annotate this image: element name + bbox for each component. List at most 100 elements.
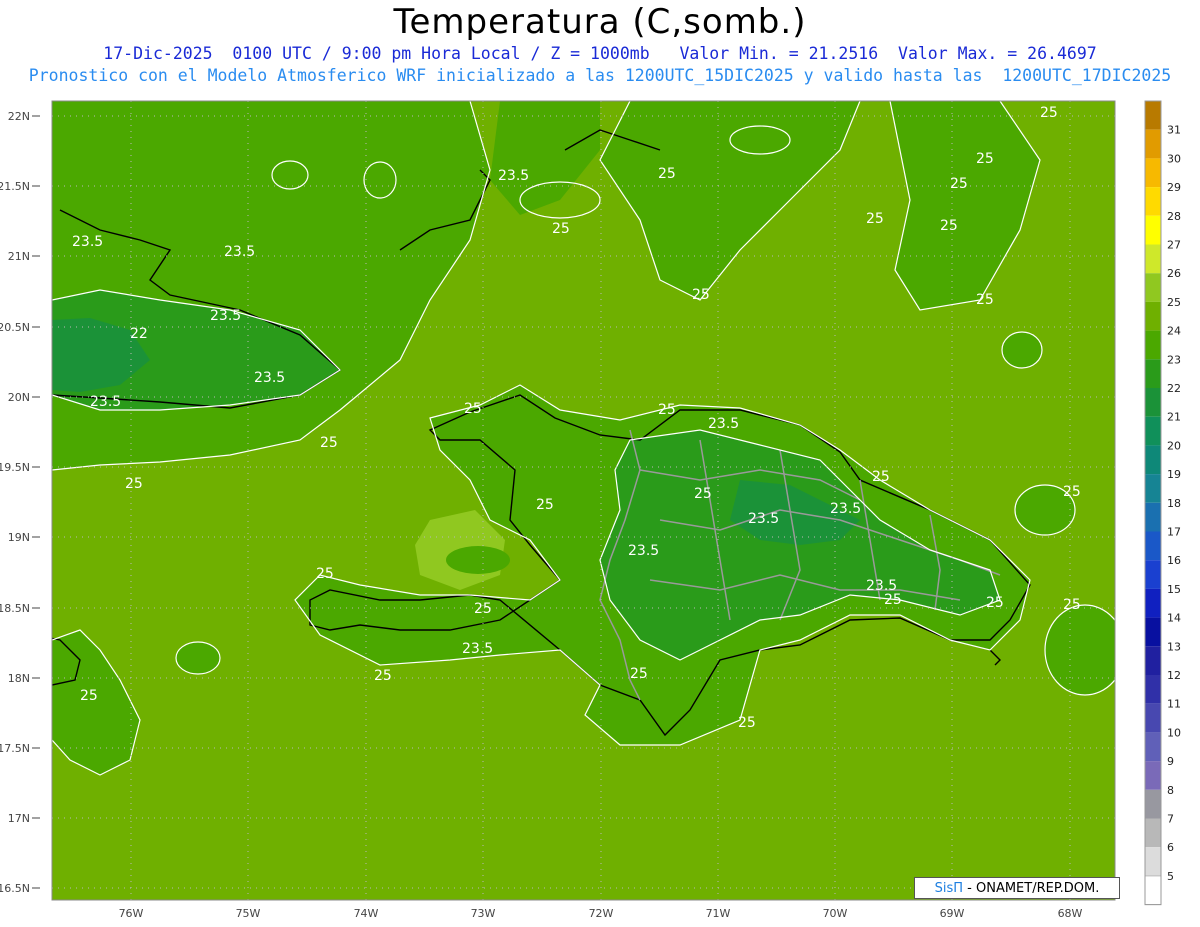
colorbar-label: 16 [1167, 554, 1181, 567]
colorbar-swatch [1145, 244, 1161, 274]
colorbar-label: 7 [1167, 813, 1174, 826]
colorbar-label: 30 [1167, 152, 1181, 165]
contour-label: 25 [738, 715, 756, 731]
colorbar-label: 23 [1167, 353, 1181, 366]
contour-label: 22 [130, 326, 148, 342]
colorbar-label: 25 [1167, 296, 1181, 309]
credit-box: SisΠ - ONAMET/REP.DOM. [914, 877, 1120, 899]
colorbar-label: 10 [1167, 726, 1181, 739]
colorbar-swatch [1145, 301, 1161, 331]
colorbar-label: 26 [1167, 267, 1181, 280]
contour-label: 23.5 [748, 511, 779, 527]
contour-label: 23.5 [830, 501, 861, 517]
contour-label: 25 [872, 469, 890, 485]
colorbar-swatch [1145, 588, 1161, 618]
colorbar-swatch [1145, 187, 1161, 216]
colorbar-swatch [1145, 761, 1161, 790]
colorbar-label: 11 [1167, 698, 1181, 711]
contour-label: 23.5 [628, 543, 659, 559]
colorbar-label: 13 [1167, 640, 1181, 653]
colorbar-swatch [1145, 675, 1161, 704]
contour-label: 25 [940, 218, 958, 234]
contour-label: 23.5 [462, 641, 493, 657]
contour-label: 23.5 [72, 234, 103, 250]
colorbar-label: 14 [1167, 612, 1181, 625]
contour-label: 25 [884, 592, 902, 608]
lon-label: 71W [706, 907, 731, 920]
colorbar-swatch [1145, 330, 1161, 360]
colorbar-swatch [1145, 474, 1161, 503]
contour-label: 25 [536, 497, 554, 513]
colorbar-swatch [1145, 502, 1161, 532]
contour-label: 25 [464, 401, 482, 417]
lon-label: 73W [471, 907, 496, 920]
contour-label: 25 [474, 601, 492, 617]
colorbar-label: 8 [1167, 784, 1174, 797]
colorbar-swatch [1145, 617, 1161, 647]
contour-label: 25 [552, 221, 570, 237]
colorbar-label: 20 [1167, 439, 1181, 452]
brand-logo: SisΠ [934, 881, 964, 896]
colorbar-label: 22 [1167, 382, 1181, 395]
colorbar-label: 29 [1167, 181, 1181, 194]
lon-label: 69W [940, 907, 965, 920]
contour-label: 25 [125, 476, 143, 492]
colorbar-label: 28 [1167, 210, 1181, 223]
contour-label: 25 [976, 151, 994, 167]
lon-label: 76W [119, 907, 144, 920]
latitude-axis: 22N 21.5N 21N 20.5N 20N 19.5N 19N 18.5N … [0, 110, 30, 895]
lat-label: 20N [8, 391, 30, 404]
contour-label: 25 [1040, 105, 1058, 121]
contour-label: 23.5 [210, 308, 241, 324]
lon-label: 72W [589, 907, 614, 920]
lat-label: 20.5N [0, 321, 30, 334]
contour-label: 25 [658, 166, 676, 182]
contour-label: 25 [1063, 484, 1081, 500]
colorbar-label: 6 [1167, 841, 1174, 854]
contour-label: 25 [976, 292, 994, 308]
colorbar-swatch [1145, 215, 1161, 245]
colorbar-label: 9 [1167, 755, 1174, 768]
colorbar-swatch [1145, 101, 1161, 130]
lat-label: 19N [8, 531, 30, 544]
lon-label: 70W [823, 907, 848, 920]
contour-label: 25 [80, 688, 98, 704]
colorbar-label: 19 [1167, 468, 1181, 481]
contour-label: 25 [320, 435, 338, 451]
colorbar-label: 27 [1167, 239, 1181, 252]
colorbar-swatch [1145, 416, 1161, 446]
colorbar-swatch [1145, 388, 1161, 417]
contour-label: 25 [950, 176, 968, 192]
contour-label: 25 [1063, 597, 1081, 613]
contour-label: 25 [866, 211, 884, 227]
colorbar-label: 12 [1167, 669, 1181, 682]
colorbar-label: 21 [1167, 411, 1181, 424]
lon-label: 68W [1058, 907, 1083, 920]
contour-label: 23.5 [90, 394, 121, 410]
colorbar-label: 18 [1167, 497, 1181, 510]
contour-label: 23.5 [254, 370, 285, 386]
colorbar-label: 5 [1167, 870, 1174, 883]
lat-label: 22N [8, 110, 30, 123]
lat-label: 16.5N [0, 882, 30, 895]
colorbar-label: 31 [1167, 124, 1181, 137]
colorbar-swatch [1145, 359, 1161, 388]
colorbar-label: 24 [1167, 325, 1181, 338]
colorbar: 31 30 29 28 27 26 25 24 23 22 21 20 19 18 17 16 15 14 13 12… [1144, 100, 1181, 906]
lat-label: 19.5N [0, 461, 30, 474]
colorbar-swatch [1145, 129, 1161, 159]
lat-label: 18.5N [0, 602, 30, 615]
colorbar-swatch [1145, 646, 1161, 675]
lon-label: 74W [354, 907, 379, 920]
map-plot-area: 23.5 23.5 23.5 23.5 23.5 22 25 25 25 25 … [52, 101, 1115, 900]
contour-label: 25 [658, 402, 676, 418]
lat-label: 17.5N [0, 742, 30, 755]
colorbar-swatch [1145, 560, 1161, 589]
colorbar-swatch [1145, 273, 1161, 302]
gonave-island [446, 546, 510, 574]
contour-label: 23.5 [708, 416, 739, 432]
colorbar-swatch [1145, 445, 1161, 475]
contour-label: 23.5 [224, 244, 255, 260]
colorbar-swatch [1145, 732, 1161, 762]
lat-label: 18N [8, 672, 30, 685]
